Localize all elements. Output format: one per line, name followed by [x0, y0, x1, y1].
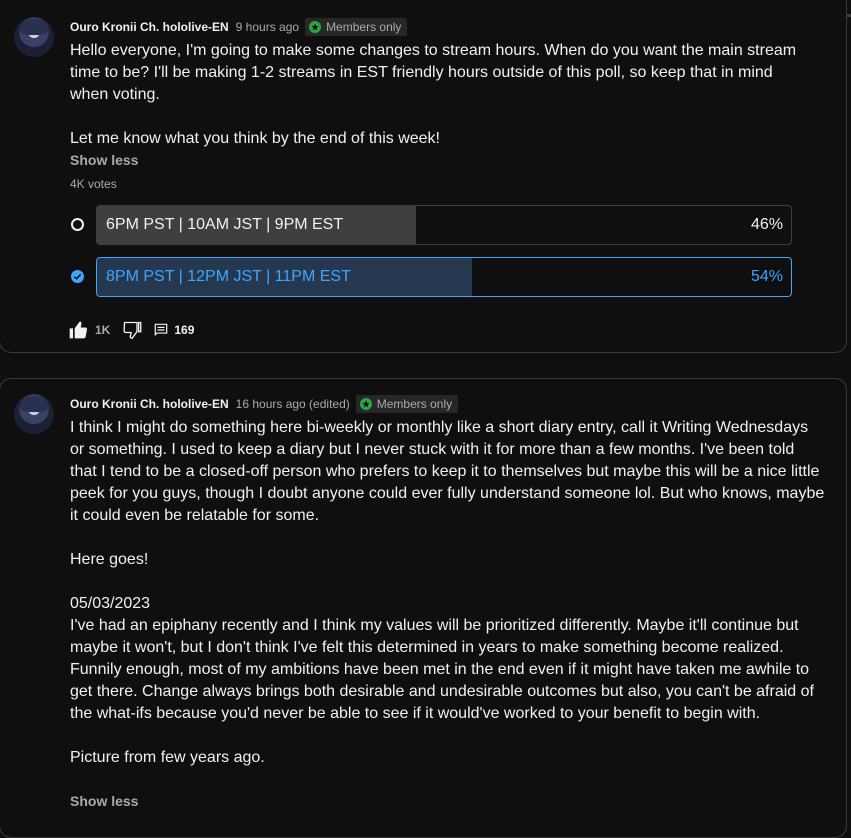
show-less-link[interactable]: Show less: [70, 152, 138, 168]
post-body: Hello everyone, I'm going to make some c…: [70, 42, 797, 147]
post-time[interactable]: 16 hours ago (edited): [236, 397, 350, 411]
members-only-badge: Members only: [355, 395, 459, 413]
post-body: I think I might do something here bi-wee…: [70, 419, 825, 766]
post-actions: 1K 169: [68, 320, 194, 340]
poll-option-1-percent: 46%: [750, 216, 783, 233]
member-star-icon: [309, 21, 322, 33]
badge-label: Members only: [376, 397, 453, 411]
poll-option-2-label: 8PM PST | 12PM JST | 11PM EST: [106, 268, 351, 285]
comment-count[interactable]: 169: [174, 323, 194, 337]
thumbs-down-icon[interactable]: [122, 320, 142, 340]
poll-option-2-percent: 54%: [750, 268, 783, 285]
poll-option-1[interactable]: 6PM PST | 10AM JST | 9PM EST 46%: [96, 205, 792, 245]
author-name[interactable]: Ouro Kronii Ch. hololive-EN: [70, 397, 229, 411]
radio-checked-icon[interactable]: [71, 270, 84, 283]
channel-avatar[interactable]: [14, 394, 54, 434]
poll-option-2[interactable]: 8PM PST | 12PM JST | 11PM EST 54%: [96, 257, 792, 297]
author-name[interactable]: Ouro Kronii Ch. hololive-EN: [70, 20, 229, 34]
like-count: 1K: [95, 323, 111, 337]
show-less-link[interactable]: Show less: [70, 793, 138, 809]
poll-option-1-label: 6PM PST | 10AM JST | 9PM EST: [106, 216, 344, 233]
thumbs-up-icon[interactable]: [68, 320, 88, 340]
post-header: Ouro Kronii Ch. hololive-EN 16 hours ago…: [70, 395, 459, 413]
badge-label: Members only: [326, 20, 402, 34]
member-star-icon: [359, 398, 372, 410]
post-header: Ouro Kronii Ch. hololive-EN 9 hours ago …: [70, 18, 408, 36]
vote-count: 4K votes: [70, 177, 117, 191]
post-time[interactable]: 9 hours ago: [236, 20, 299, 34]
radio-empty-icon[interactable]: [71, 218, 84, 231]
members-only-badge: Members only: [305, 18, 408, 36]
channel-avatar[interactable]: [14, 17, 54, 57]
comment-icon[interactable]: [154, 323, 168, 337]
